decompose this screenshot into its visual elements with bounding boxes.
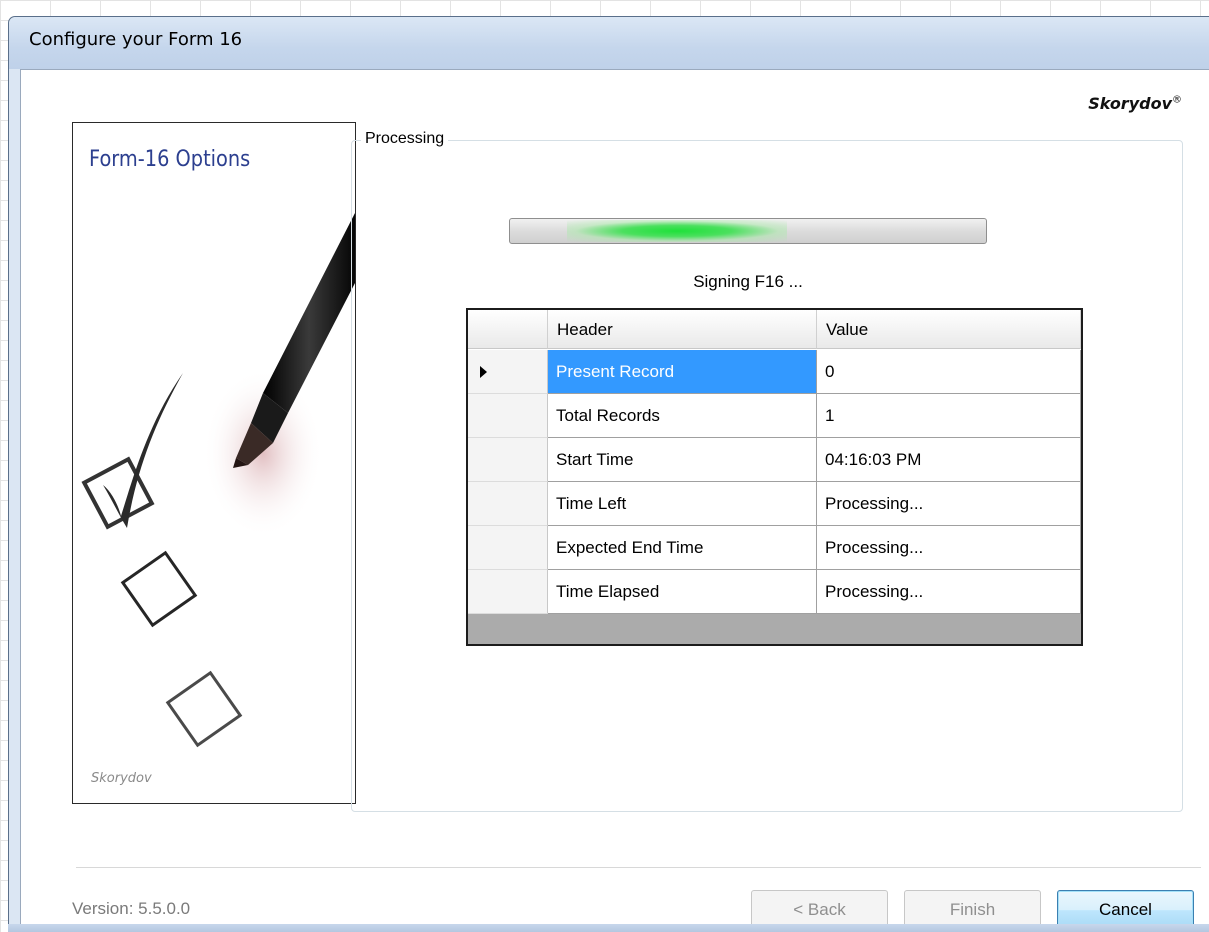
table-row[interactable]: Present Record 0: [468, 350, 1081, 394]
table-row[interactable]: Start Time 04:16:03 PM: [468, 438, 1081, 482]
grid-header-row: Header Value: [468, 310, 1081, 350]
title-bar[interactable]: Configure your Form 16: [9, 17, 1209, 69]
brand-logo: Skorydov®: [1088, 94, 1182, 113]
table-row[interactable]: Time Elapsed Processing...: [468, 570, 1081, 614]
pen-checkbox-illustration: [81, 213, 355, 748]
brand-name: Skorydov: [1088, 94, 1172, 113]
table-row[interactable]: Total Records 1: [468, 394, 1081, 438]
registered-mark: ®: [1172, 94, 1182, 106]
value-cell[interactable]: 04:16:03 PM: [817, 438, 1081, 482]
value-cell[interactable]: Processing...: [817, 526, 1081, 570]
wizard-content: Skorydov® Form-16 Options Skorydov Proce…: [20, 69, 1209, 930]
header-cell[interactable]: Time Left: [548, 482, 817, 526]
row-selector[interactable]: [468, 526, 548, 570]
footer-separator: [76, 867, 1201, 869]
wizard-window: Configure your Form 16 Skorydov® Form-16…: [8, 16, 1209, 932]
window-title: Configure your Form 16: [29, 29, 243, 50]
empty-box-icon: [120, 550, 198, 628]
header-cell[interactable]: Time Elapsed: [548, 570, 817, 614]
table-row[interactable]: Expected End Time Processing...: [468, 526, 1081, 570]
status-text: Signing F16 ...: [693, 272, 803, 291]
header-cell[interactable]: Expected End Time: [548, 526, 817, 570]
version-label: Version: 5.5.0.0: [72, 899, 191, 918]
side-panel-brand: Skorydov: [91, 771, 152, 786]
side-panel: Form-16 Options Skorydov: [72, 122, 356, 804]
header-cell[interactable]: Total Records: [548, 394, 817, 438]
row-selector[interactable]: [468, 394, 548, 438]
value-cell[interactable]: Processing...: [817, 482, 1081, 526]
processing-group-label: Processing: [361, 130, 449, 148]
details-grid: Header Value Present Record 0 Total Record…: [466, 308, 1083, 646]
checked-box-icon: [81, 373, 183, 530]
column-header-header[interactable]: Header: [548, 310, 817, 349]
table-row[interactable]: Time Left Processing...: [468, 482, 1081, 526]
row-selector[interactable]: [468, 570, 548, 614]
window-bottom-frame: [8, 924, 1209, 932]
row-selector[interactable]: [468, 438, 548, 482]
empty-box-icon: [165, 670, 243, 748]
column-header-value[interactable]: Value: [817, 310, 1081, 349]
row-selector[interactable]: [468, 350, 548, 394]
row-header-corner: [468, 310, 548, 349]
value-cell[interactable]: Processing...: [817, 570, 1081, 614]
header-cell[interactable]: Start Time: [548, 438, 817, 482]
header-cell[interactable]: Present Record: [548, 350, 817, 394]
progress-indicator: [566, 220, 787, 242]
progress-bar: [509, 218, 987, 244]
value-cell[interactable]: 1: [817, 394, 1081, 438]
value-cell[interactable]: 0: [817, 350, 1081, 394]
side-panel-title: Form-16 Options: [89, 147, 251, 172]
row-selector[interactable]: [468, 482, 548, 526]
current-row-arrow-icon: [480, 366, 487, 378]
